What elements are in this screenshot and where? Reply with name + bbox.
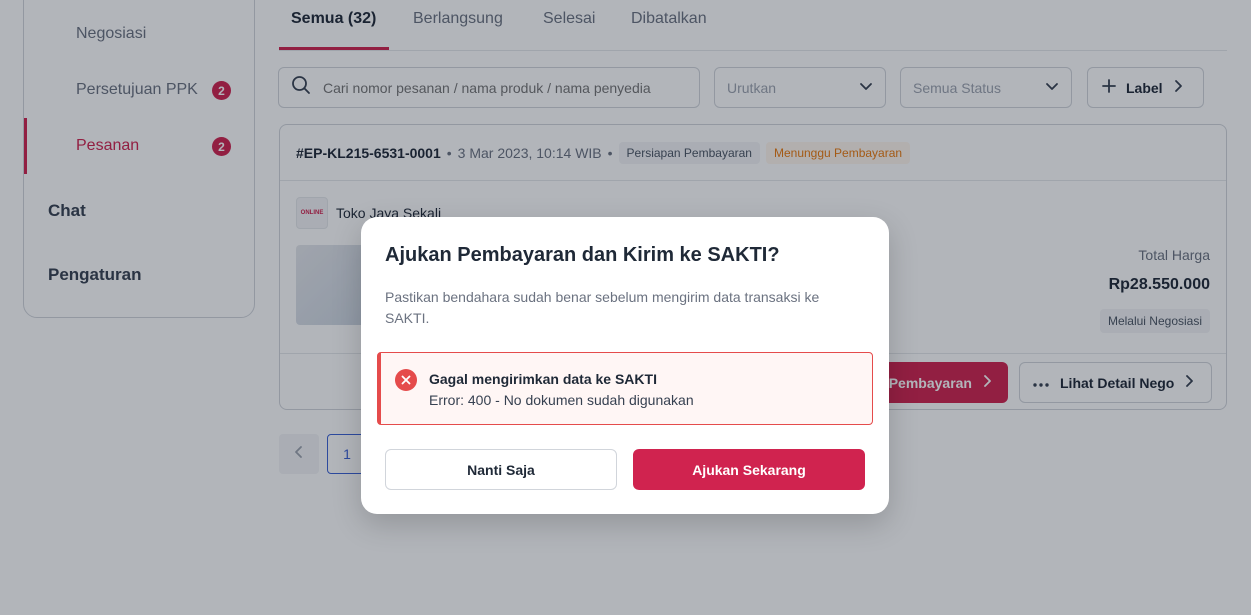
submit-payment-dialog: Ajukan Pembayaran dan Kirim ke SAKTI? Pa… bbox=[361, 217, 889, 514]
dialog-description: Pastikan bendahara sudah benar sebelum m… bbox=[385, 289, 820, 326]
error-alert: Gagal mengirimkan data ke SAKTI Error: 4… bbox=[377, 352, 873, 425]
submit-now-button[interactable]: Ajukan Sekarang bbox=[633, 449, 865, 490]
error-title: Gagal mengirimkan data ke SAKTI bbox=[429, 371, 657, 387]
dialog-title: Ajukan Pembayaran dan Kirim ke SAKTI? bbox=[385, 244, 780, 266]
later-button[interactable]: Nanti Saja bbox=[385, 449, 617, 490]
error-message: Error: 400 - No dokumen sudah digunakan bbox=[429, 392, 694, 408]
close-icon bbox=[395, 369, 417, 391]
